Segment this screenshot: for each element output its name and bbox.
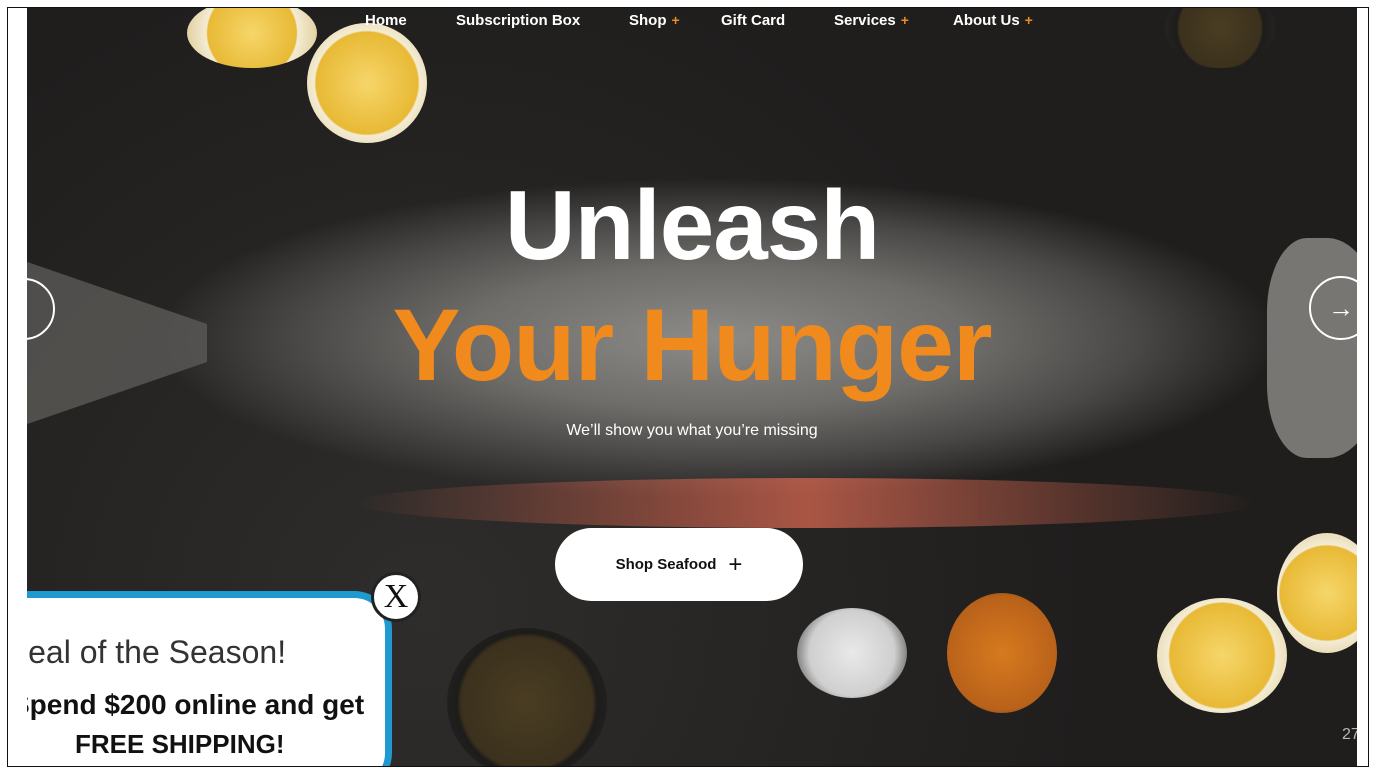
hero-headline-line1: Unleash	[504, 170, 880, 280]
paprika-pile	[947, 593, 1057, 713]
herb-bowl	[447, 628, 607, 766]
close-popup-button[interactable]: X	[371, 572, 421, 622]
nav-subscription-label: Subscription Box	[456, 12, 581, 29]
nav-gift-card[interactable]: Gift Card	[721, 12, 785, 29]
plus-icon: +	[728, 550, 743, 578]
nav-about-us[interactable]: About Us +	[953, 12, 1033, 29]
promo-title-text: Deal of the Season!	[27, 634, 287, 670]
hero-headline-line2: Your Hunger	[392, 288, 992, 402]
promo-free-shipping: FREE SHIPPING!	[75, 729, 285, 759]
main-nav: Home Subscription Box Shop + Gift Card Se…	[27, 10, 1357, 40]
salt-pile	[797, 608, 907, 698]
hero-banner: Home Subscription Box Shop + Gift Card Se…	[27, 8, 1357, 766]
nav-services[interactable]: Services +	[834, 12, 909, 29]
shop-seafood-label: Shop Seafood	[615, 556, 717, 573]
lemon-slice	[1157, 598, 1287, 713]
nav-home-label: Home	[365, 12, 407, 29]
lemon-slice	[1277, 533, 1357, 653]
shop-seafood-button[interactable]: Shop Seafood +	[555, 528, 803, 601]
slide-frame: Home Subscription Box Shop + Gift Card Se…	[7, 7, 1369, 767]
nav-shop[interactable]: Shop +	[629, 12, 680, 29]
nav-shop-label: Shop	[629, 12, 667, 29]
nav-about-label: About Us	[953, 12, 1020, 29]
expand-plus-icon: +	[671, 12, 680, 28]
nav-home[interactable]: Home	[365, 12, 407, 29]
expand-plus-icon: +	[900, 12, 909, 28]
hero-tagline: We’ll show you what you’re missing	[566, 422, 818, 439]
promo-offer-text: Spend $200 online and get	[27, 689, 365, 720]
close-icon: X	[383, 578, 409, 615]
slide-number: 27	[1342, 726, 1357, 743]
fish-belly	[357, 478, 1257, 528]
nav-services-label: Services	[834, 12, 896, 29]
promo-offer-line: Spend $200 online and get	[27, 689, 380, 721]
promo-title: Deal of the Season!	[27, 634, 367, 671]
lemon-slice	[307, 23, 427, 143]
nav-gift-card-label: Gift Card	[721, 12, 786, 29]
expand-plus-icon: +	[1024, 12, 1033, 28]
nav-subscription-box[interactable]: Subscription Box	[456, 12, 580, 29]
